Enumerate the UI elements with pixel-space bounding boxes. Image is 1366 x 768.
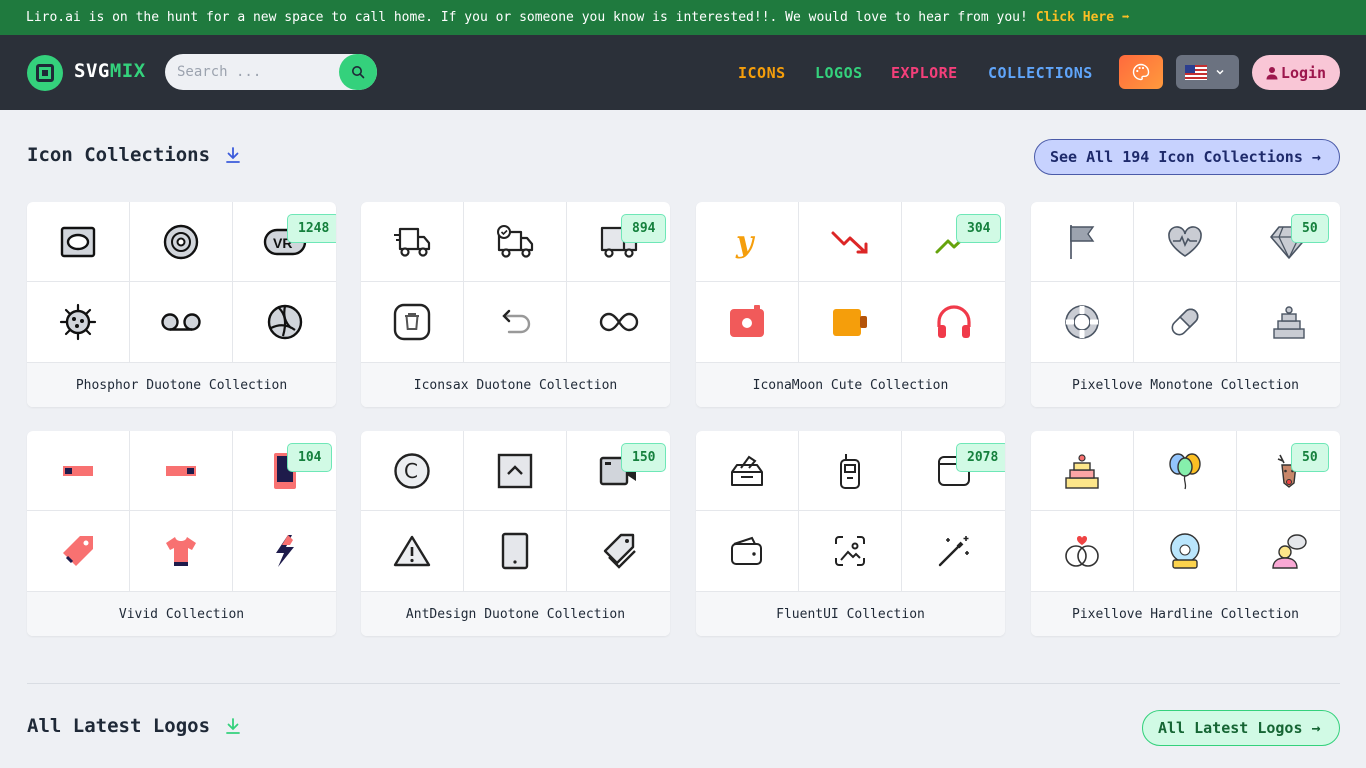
collection-card[interactable]: y 304 IconaMoon Cute Collection xyxy=(696,202,1005,407)
icon-count-badge: 304 xyxy=(956,214,1002,243)
user-icon xyxy=(1266,66,1278,79)
collection-card[interactable]: 50 Pixellove Hardline Collection xyxy=(1031,431,1340,636)
image-search-icon xyxy=(799,511,902,592)
login-button[interactable]: Login xyxy=(1252,55,1340,90)
banner-click-here-link[interactable]: Click Here ➡ xyxy=(1036,10,1130,25)
collection-card[interactable]: 50 Pixellove Monotone Collection xyxy=(1031,202,1340,407)
search-input[interactable] xyxy=(177,62,337,82)
wedding-rings-icon xyxy=(1031,511,1134,592)
icon-collections-title: Icon Collections xyxy=(27,144,211,166)
icon-count-badge: 1248 xyxy=(287,214,336,243)
chevron-down-icon xyxy=(1216,69,1224,75)
volleyball-icon xyxy=(233,282,336,363)
heart-pulse-icon xyxy=(1134,202,1237,282)
t-shirt-icon xyxy=(130,511,233,592)
download-icon[interactable] xyxy=(224,146,242,164)
battery-icon xyxy=(130,431,233,511)
icon-count-badge: 894 xyxy=(621,214,667,243)
virus-icon xyxy=(27,282,130,363)
vote-box-icon xyxy=(696,431,799,511)
language-selector[interactable] xyxy=(1176,55,1239,89)
announcement-banner: Liro.ai is on the hunt for a new space t… xyxy=(0,0,1366,35)
theme-palette-button[interactable] xyxy=(1119,55,1163,89)
banner-message: Liro.ai is on the hunt for a new space t… xyxy=(26,10,1028,25)
fast-delivery-truck-icon xyxy=(361,202,464,282)
collection-name: FluentUI Collection xyxy=(696,592,1005,636)
collection-card[interactable]: 2078 FluentUI Collection xyxy=(696,431,1005,636)
svgmix-logo-icon[interactable] xyxy=(27,55,63,91)
download-icon[interactable] xyxy=(224,717,242,735)
wedding-cake-icon xyxy=(1237,282,1340,363)
nav-logos-link[interactable]: LOGOS xyxy=(815,64,863,82)
truck-tick-icon xyxy=(464,202,567,282)
search-button[interactable] xyxy=(339,54,377,90)
header-navbar: SVGMIX ICONS LOGOS EXPLORE COLLECTIONS L… xyxy=(0,35,1366,110)
svg-text:C: C xyxy=(404,459,418,483)
voicemail-icon xyxy=(130,282,233,363)
all-latest-logos-button[interactable]: All Latest Logos → xyxy=(1142,710,1340,746)
collection-card[interactable]: VR 1248 Phosphor Duotone Collection xyxy=(27,202,336,407)
birthday-cake-icon xyxy=(1031,431,1134,511)
nav-icons-link[interactable]: ICONS xyxy=(738,64,786,82)
image-square-icon xyxy=(27,202,130,282)
nav-explore-link[interactable]: EXPLORE xyxy=(891,64,958,82)
search-icon xyxy=(352,66,365,79)
undo-arrow-icon xyxy=(464,282,567,363)
headphones-icon xyxy=(902,282,1005,363)
mug-icon xyxy=(799,282,902,363)
palette-icon xyxy=(1132,63,1150,81)
icon-count-badge: 50 xyxy=(1291,214,1329,243)
lifebuoy-icon xyxy=(1031,282,1134,363)
collection-card[interactable]: 894 Iconsax Duotone Collection xyxy=(361,202,670,407)
yahoo-icon: y xyxy=(696,202,799,282)
svg-text:y: y xyxy=(735,225,756,259)
trash-square-icon xyxy=(361,282,464,363)
magic-wand-icon xyxy=(902,511,1005,592)
section-divider xyxy=(27,683,1340,684)
us-flag-icon xyxy=(1185,64,1207,80)
collection-name: Iconsax Duotone Collection xyxy=(361,363,670,407)
search-box xyxy=(165,54,377,90)
collection-name: Pixellove Monotone Collection xyxy=(1031,363,1340,407)
see-all-icon-collections-button[interactable]: See All 194 Icon Collections → xyxy=(1034,139,1340,175)
trending-down-icon xyxy=(799,202,902,282)
mobile-icon xyxy=(464,511,567,592)
snow-globe-icon xyxy=(1134,511,1237,592)
wallet-icon xyxy=(696,511,799,592)
copyright-icon: C xyxy=(361,431,464,511)
warning-icon xyxy=(361,511,464,592)
icon-count-badge: 150 xyxy=(621,443,667,472)
flag-icon xyxy=(1031,202,1134,282)
battery-low-icon xyxy=(27,431,130,511)
price-tag-icon xyxy=(27,511,130,592)
brand-part-svg: SVG xyxy=(74,60,110,82)
login-label: Login xyxy=(1280,63,1327,82)
icon-count-badge: 2078 xyxy=(956,443,1005,472)
icon-count-badge: 50 xyxy=(1291,443,1329,472)
nav-collections-link[interactable]: COLLECTIONS xyxy=(988,64,1093,82)
icon-collections-heading: Icon Collections xyxy=(27,144,242,166)
brand-part-mix: MIX xyxy=(109,60,146,82)
collection-name: Phosphor Duotone Collection xyxy=(27,363,336,407)
tags-icon xyxy=(567,511,670,592)
person-chat-icon xyxy=(1237,511,1340,592)
collection-card[interactable]: 104 Vivid Collection xyxy=(27,431,336,636)
balloons-icon xyxy=(1134,431,1237,511)
collection-card[interactable]: C 150 AntDesign Duotone Collection xyxy=(361,431,670,636)
pill-icon xyxy=(1134,282,1237,363)
latest-logos-heading: All Latest Logos xyxy=(27,715,242,737)
collection-name: IconaMoon Cute Collection xyxy=(696,363,1005,407)
collection-name: AntDesign Duotone Collection xyxy=(361,592,670,636)
icon-count-badge: 104 xyxy=(287,443,333,472)
walkie-talkie-icon xyxy=(799,431,902,511)
collection-name: Vivid Collection xyxy=(27,592,336,636)
latest-logos-title: All Latest Logos xyxy=(27,715,211,737)
up-square-icon xyxy=(464,431,567,511)
vinyl-record-icon xyxy=(130,202,233,282)
collection-name: Pixellove Hardline Collection xyxy=(1031,592,1340,636)
camera-icon xyxy=(696,282,799,363)
brand-name[interactable]: SVGMIX xyxy=(74,60,146,82)
lightning-bolt-icon xyxy=(233,511,336,592)
infinity-icon xyxy=(567,282,670,363)
